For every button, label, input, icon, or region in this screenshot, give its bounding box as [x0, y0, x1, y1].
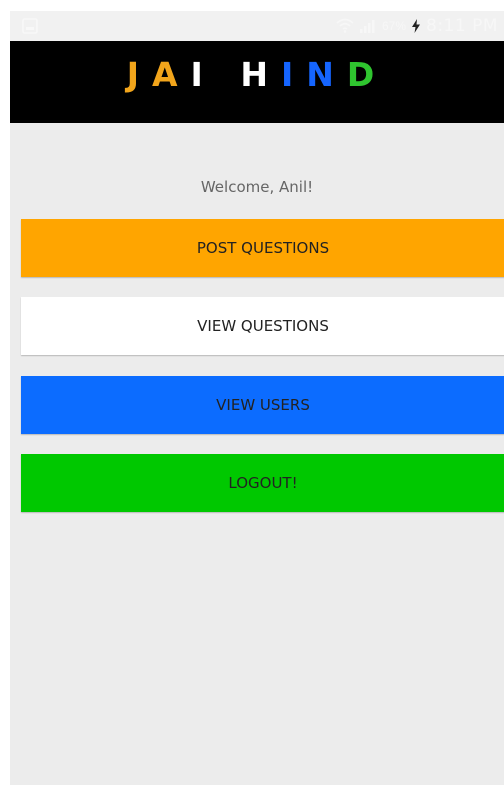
view-questions-button[interactable]: VIEW QUESTIONS [21, 297, 504, 355]
app-title-letter: I [280, 55, 307, 94]
app-title-letter: H [240, 55, 281, 94]
status-time: 8:11 PM [426, 16, 498, 36]
wifi-icon [336, 18, 354, 33]
gallery-notification-icon [22, 18, 38, 34]
battery-charging-icon [412, 19, 420, 33]
welcome-message: Welcome, Anil! [200, 178, 314, 196]
view-users-button[interactable]: VIEW USERS [21, 376, 504, 434]
post-questions-button[interactable]: POST QUESTIONS [21, 219, 504, 277]
status-icons: 67% 8:11 PM [336, 11, 498, 41]
logout-button[interactable]: LOGOUT! [21, 454, 504, 512]
app-title: JAI HIND [10, 55, 504, 95]
phone-screen: 67% 8:11 PM JAI HIND Welcome, Anil! POST… [10, 11, 504, 785]
status-bar: 67% 8:11 PM [10, 11, 504, 41]
app-title-letter: D [346, 55, 388, 94]
battery-percentage: 67% [381, 19, 406, 33]
signal-icon [359, 20, 375, 33]
app-title-letter: A [152, 55, 191, 94]
app-title-letter [216, 55, 241, 94]
app-title-letter: I [190, 55, 216, 94]
app-bar: JAI HIND [10, 41, 504, 123]
app-title-letter: J [126, 55, 152, 94]
app-title-letter: N [306, 55, 347, 94]
screen: 67% 8:11 PM JAI HIND Welcome, Anil! POST… [0, 0, 504, 785]
